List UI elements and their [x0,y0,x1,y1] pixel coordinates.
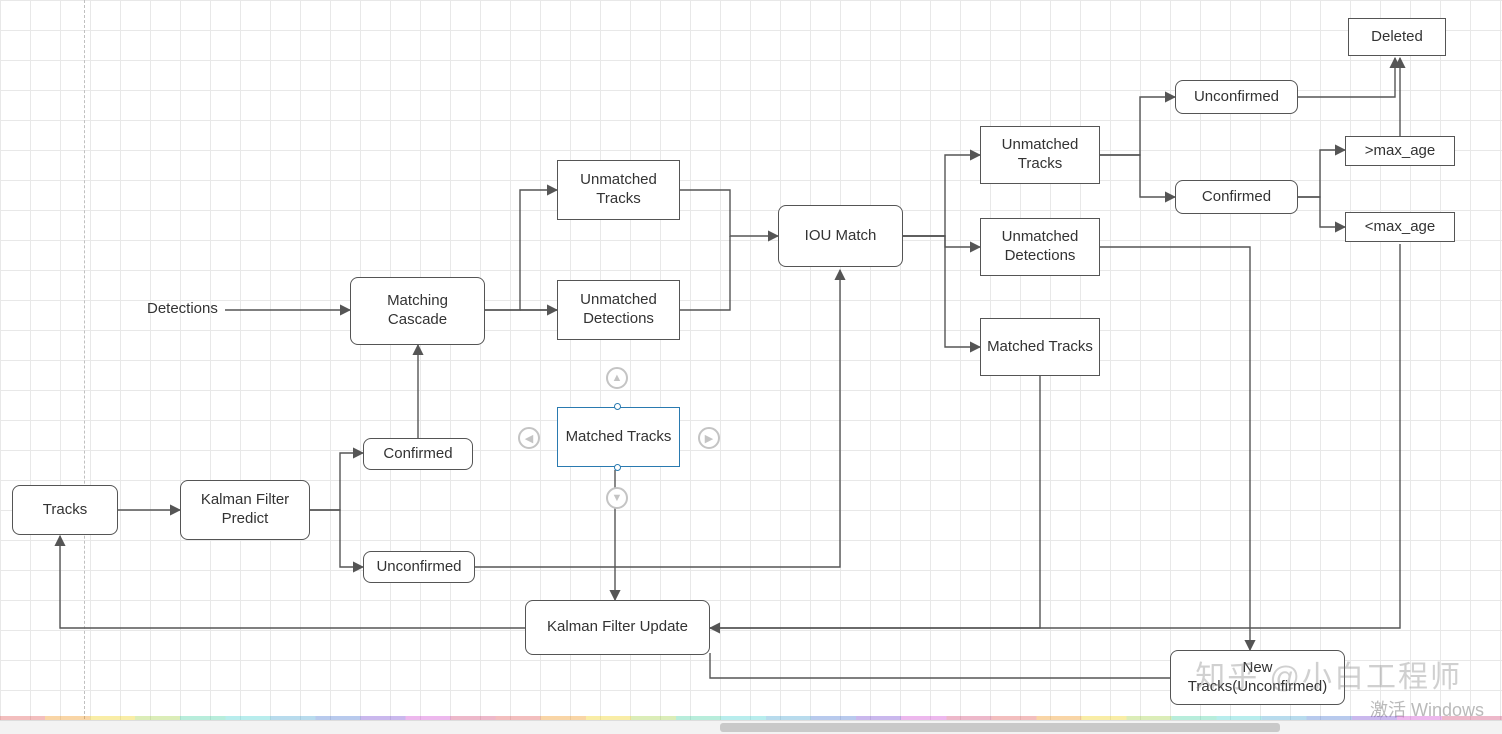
direction-handle-left[interactable]: ◀ [518,427,540,449]
node-matching-cascade-label: Matching Cascade [357,292,478,330]
node-matching-cascade[interactable]: Matching Cascade [350,277,485,345]
node-matched-tracks-1[interactable]: Matched Tracks [557,407,680,467]
node-gt-max-age[interactable]: >max_age [1345,136,1455,166]
node-unmatched-tracks-1-label: Unmatched Tracks [564,171,673,209]
connection-point-bottom[interactable] [614,464,621,471]
node-unmatched-tracks-2-label: Unmatched Tracks [987,136,1093,174]
zhihu-watermark: 知乎 @小白工程师 [1195,652,1462,696]
node-unconfirmed-2-label: Unconfirmed [1194,88,1279,107]
node-tracks-label: Tracks [43,501,87,520]
node-unmatched-tracks-1[interactable]: Unmatched Tracks [557,160,680,220]
node-gt-max-age-label: >max_age [1365,142,1435,161]
scrollbar-thumb[interactable] [720,723,1280,732]
node-kalman-predict-label: Kalman Filter Predict [187,491,303,529]
node-unmatched-detections-2[interactable]: Unmatched Detections [980,218,1100,276]
node-unmatched-detections-2-label: Unmatched Detections [987,228,1093,266]
node-tracks[interactable]: Tracks [12,485,118,535]
node-matched-tracks-2[interactable]: Matched Tracks [980,318,1100,376]
node-kalman-update[interactable]: Kalman Filter Update [525,600,710,655]
direction-handle-down[interactable]: ▼ [606,487,628,509]
node-unmatched-detections-1-label: Unmatched Detections [564,291,673,329]
node-confirmed-2-label: Confirmed [1202,188,1271,207]
node-lt-max-age[interactable]: <max_age [1345,212,1455,242]
node-deleted[interactable]: Deleted [1348,18,1446,56]
diagram-canvas[interactable]: Detections Tracks Kalman Filter Predict … [0,0,1502,734]
node-unconfirmed-1[interactable]: Unconfirmed [363,551,475,583]
horizontal-scrollbar[interactable] [0,720,1502,734]
node-lt-max-age-label: <max_age [1365,218,1435,237]
node-unmatched-detections-1[interactable]: Unmatched Detections [557,280,680,340]
node-unconfirmed-1-label: Unconfirmed [376,558,461,577]
node-unconfirmed-2[interactable]: Unconfirmed [1175,80,1298,114]
direction-handle-right[interactable]: ▶ [698,427,720,449]
node-detections-label: Detections [147,300,218,317]
node-matched-tracks-2-label: Matched Tracks [987,338,1093,357]
node-matched-tracks-1-label: Matched Tracks [566,428,672,447]
node-confirmed-1-label: Confirmed [383,445,452,464]
node-confirmed-2[interactable]: Confirmed [1175,180,1298,214]
node-kalman-predict[interactable]: Kalman Filter Predict [180,480,310,540]
direction-handle-up[interactable]: ▲ [606,367,628,389]
node-unmatched-tracks-2[interactable]: Unmatched Tracks [980,126,1100,184]
node-kalman-update-label: Kalman Filter Update [547,618,688,637]
page-break-line [84,0,85,734]
node-confirmed-1[interactable]: Confirmed [363,438,473,470]
node-iou-match[interactable]: IOU Match [778,205,903,267]
node-iou-match-label: IOU Match [805,227,877,246]
connection-point-top[interactable] [614,403,621,410]
node-deleted-label: Deleted [1371,28,1423,47]
